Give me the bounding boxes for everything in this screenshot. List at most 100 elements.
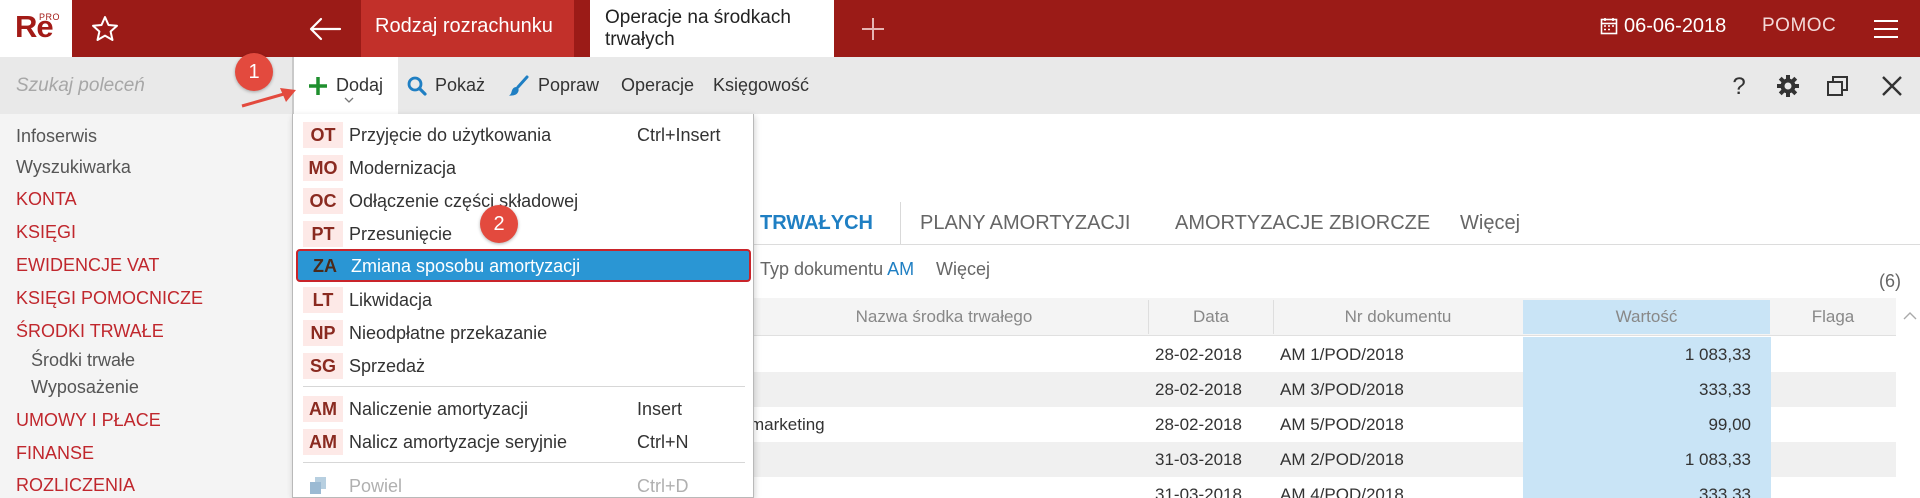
menu-separator: [303, 462, 745, 463]
help-question-icon[interactable]: ?: [1724, 71, 1754, 101]
menu-item-odlaczenie[interactable]: OC Odłączenie części składowej: [293, 184, 755, 217]
filter-document-type[interactable]: Typ dokumentu AM: [760, 259, 914, 280]
tab-label: Operacje na środkach trwałych: [605, 7, 791, 50]
column-header-data[interactable]: Data: [1149, 300, 1273, 334]
filter-more-link[interactable]: Więcej: [936, 259, 990, 280]
calendar-icon: [1600, 18, 1618, 35]
menu-item-powiel[interactable]: Powiel Ctrl+D: [293, 469, 755, 498]
menu-item-shortcut: Ctrl+Insert: [637, 125, 721, 145]
table-row[interactable]: 28-02-2018 AM 1/POD/2018 1 083,33: [740, 337, 1896, 372]
menu-item-modernizacja[interactable]: MO Modernizacja: [293, 151, 755, 184]
sidebar-subitem-srodki-trwale[interactable]: Środki trwałe: [31, 350, 135, 371]
menu-item-code: SG: [303, 353, 343, 379]
tab-separator: [900, 202, 901, 244]
scroll-up-chevron-icon[interactable]: [1902, 308, 1918, 326]
column-header-flaga[interactable]: Flaga: [1771, 300, 1895, 334]
menu-item-code: OT: [303, 122, 343, 148]
favorite-star-icon[interactable]: [88, 12, 122, 46]
menu-item-label: Sprzedaż: [349, 356, 426, 376]
help-link[interactable]: POMOC: [1762, 15, 1836, 37]
column-header-wartosc[interactable]: Wartość: [1523, 300, 1770, 334]
edit-button[interactable]: Popraw: [508, 57, 599, 114]
search-placeholder: Szukaj poleceń: [16, 75, 145, 96]
add-button[interactable]: Dodaj: [292, 57, 398, 114]
duplicate-icon: [307, 475, 331, 498]
tab-plany-amortyzacji[interactable]: PLANY AMORTYZACJI: [920, 212, 1130, 235]
cell-document: AM 3/POD/2018: [1280, 380, 1404, 399]
menu-item-likwidacja[interactable]: LT Likwidacja: [293, 283, 755, 316]
sidebar-item-konta[interactable]: KONTA: [16, 189, 77, 210]
menu-item-label: Odłączenie części składowej: [349, 191, 579, 211]
menu-item-label: Przyjęcie do użytkowania: [349, 125, 552, 145]
menu-item-shortcut: Insert: [637, 399, 683, 419]
tab-rodzaj-rozrachunku[interactable]: Rodzaj rozrachunku: [361, 0, 574, 57]
sidebar-item-umowy-i-place[interactable]: UMOWY I PŁACE: [16, 410, 161, 431]
menu-item-zmiana-amortyzacji[interactable]: ZA Zmiana sposobu amortyzacji: [296, 249, 751, 282]
menu-item-przesuniecie[interactable]: PT Przesunięcie: [293, 217, 755, 250]
add-button-label: Dodaj: [336, 75, 384, 95]
new-tab-plus-icon[interactable]: [856, 12, 890, 46]
search-icon: [407, 76, 427, 96]
sidebar-item-finanse[interactable]: FINANSE: [16, 443, 94, 464]
plus-icon: [309, 76, 327, 95]
chevron-down-icon: [344, 97, 354, 103]
tab-srodki-trwale[interactable]: H TRWAŁYCH: [740, 212, 873, 235]
cell-value: 1 083,33: [1523, 442, 1771, 477]
menu-item-shortcut: Ctrl+D: [637, 476, 689, 496]
menu-item-przyjecie[interactable]: OT Przyjęcie do użytkowania Ctrl+Insert: [293, 118, 755, 151]
show-button[interactable]: Pokaż: [407, 57, 485, 114]
cell-date: 31-03-2018: [1155, 450, 1242, 469]
accounting-menu-button[interactable]: Księgowość: [713, 57, 809, 114]
restore-window-icon[interactable]: [1823, 71, 1853, 101]
table-row[interactable]: 28-02-2018 AM 3/POD/2018 333,33: [740, 372, 1896, 407]
menu-item-naliczenie-amortyzacji[interactable]: AM Naliczenie amortyzacji Insert: [293, 392, 755, 425]
add-dropdown-menu: OT Przyjęcie do użytkowania Ctrl+Insert …: [292, 114, 754, 498]
menu-item-nalicz-seryjnie[interactable]: AM Nalicz amortyzacje seryjnie Ctrl+N: [293, 425, 755, 458]
sidebar-item-ksiegi[interactable]: KSIĘGI: [16, 222, 76, 243]
operations-menu-button[interactable]: Operacje: [621, 57, 694, 114]
table-row[interactable]: 31-03-2018 AM 4/POD/2018 333,33: [740, 477, 1896, 498]
current-date[interactable]: 06-06-2018: [1600, 15, 1726, 38]
gear-icon[interactable]: [1773, 71, 1803, 101]
svg-text:?: ?: [1732, 73, 1745, 100]
tab-operacje-srodki-trwale[interactable]: Operacje na środkach trwałych: [590, 0, 834, 57]
menu-item-code: MO: [303, 155, 343, 181]
menu-item-sprzedaz[interactable]: SG Sprzedaż: [293, 349, 755, 382]
cell-value-text: 99,00: [1708, 415, 1751, 434]
cell-date: 31-03-2018: [1155, 485, 1242, 498]
menu-item-code: OC: [303, 188, 343, 214]
sidebar-item-infoserwis[interactable]: Infoserwis: [16, 126, 97, 147]
cell-value-text: 1 083,33: [1684, 345, 1751, 364]
show-button-label: Pokaż: [435, 75, 486, 95]
cell-value: 333,33: [1523, 477, 1771, 498]
sidebar-item-ksiegi-pomocnicze[interactable]: KSIĘGI POMOCNICZE: [16, 288, 203, 309]
brush-icon: [509, 75, 529, 96]
sidebar-item-srodki-trwale[interactable]: ŚRODKI TRWAŁE: [16, 321, 164, 342]
sidebar-item-wyszukiwarka[interactable]: Wyszukiwarka: [16, 157, 131, 178]
app-logo[interactable]: Re PRO: [0, 0, 72, 57]
date-text: 06-06-2018: [1624, 15, 1727, 37]
cell-name: marketing: [750, 415, 825, 434]
menu-separator: [303, 386, 745, 387]
menu-item-code: ZA: [313, 256, 337, 276]
cell-date: 28-02-2018: [1155, 380, 1242, 399]
cell-value-text: 1 083,33: [1684, 450, 1751, 469]
column-header-nr-dokumentu[interactable]: Nr dokumentu: [1274, 300, 1522, 334]
menu-item-code: AM: [303, 429, 343, 455]
sidebar-subitem-wyposazenie[interactable]: Wyposażenie: [31, 377, 139, 398]
table-row[interactable]: 31-03-2018 AM 2/POD/2018 1 083,33: [740, 442, 1896, 477]
tab-amortyzacje-zbiorcze[interactable]: AMORTYZACJE ZBIORCZE: [1175, 212, 1430, 235]
close-icon[interactable]: [1877, 71, 1907, 101]
column-header-nazwa[interactable]: Nazwa środka trwałego: [740, 300, 1148, 334]
sidebar-item-rozliczenia[interactable]: ROZLICZENIA: [16, 475, 135, 496]
cell-document: AM 5/POD/2018: [1280, 415, 1404, 434]
back-arrow-icon[interactable]: [306, 12, 344, 46]
tab-wiecej[interactable]: Więcej: [1460, 212, 1520, 235]
sidebar-item-ewidencje-vat[interactable]: EWIDENCJE VAT: [16, 255, 159, 276]
table-row[interactable]: marketing 28-02-2018 AM 5/POD/2018 99,00: [740, 407, 1896, 442]
callout-step-2: 2: [480, 205, 518, 243]
edit-button-label: Popraw: [538, 75, 600, 95]
cell-document: AM 4/POD/2018: [1280, 485, 1404, 498]
menu-item-nieodplatne[interactable]: NP Nieodpłatne przekazanie: [293, 316, 755, 349]
hamburger-menu-icon[interactable]: [1872, 17, 1900, 41]
